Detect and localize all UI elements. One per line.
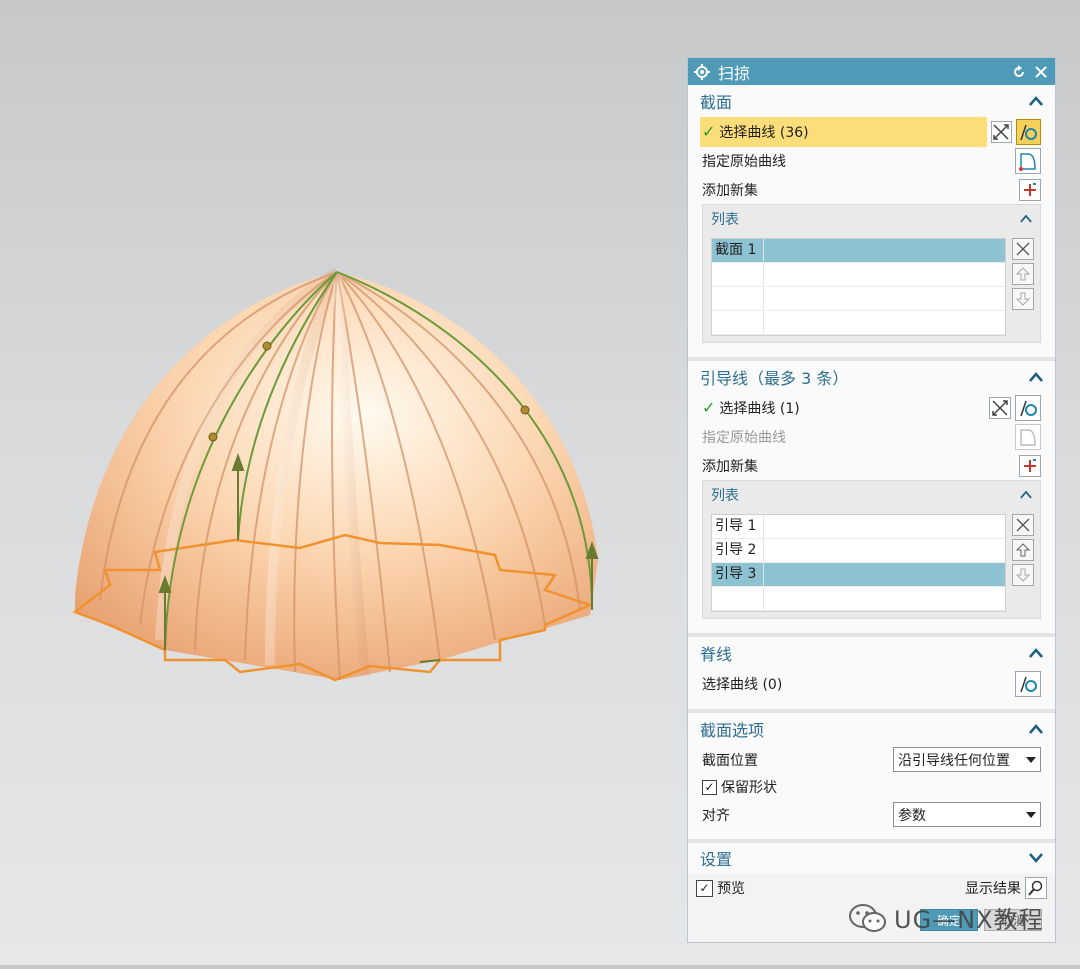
dome-model[interactable]: [0, 0, 680, 965]
guide-specify-original-row: 指定原始曲线: [688, 422, 1055, 451]
arrow-up-icon: [1016, 267, 1030, 281]
dialog-title: 扫掠: [718, 63, 751, 83]
curve-selector-button[interactable]: [1015, 670, 1041, 697]
section-specify-original-row[interactable]: 指定原始曲线: [688, 146, 1055, 175]
section-options-header[interactable]: 截面选项: [688, 713, 1055, 745]
chevron-up-icon[interactable]: [1029, 372, 1043, 382]
preserve-shape-row[interactable]: ✓ 保留形状: [688, 774, 1055, 800]
check-icon: ✓: [702, 122, 716, 141]
magnifier-icon: [1028, 880, 1043, 896]
watermark: UG—NX教程: [848, 900, 1044, 935]
section-select-curve-row[interactable]: ✓ 选择曲线 (36): [688, 116, 1055, 147]
check-icon: ✓: [702, 398, 716, 417]
guide-group-header[interactable]: 引导线（最多 3 条）: [688, 361, 1055, 393]
preview-row: ✓ 预览 显示结果: [688, 873, 1055, 903]
section-list-group: 列表 截面 1: [702, 204, 1041, 343]
sweep-dialog: 扫掠 截面 ✓ 选择曲线 (36) 指定原始曲线 添加新集 列表 截面 1 引导…: [687, 57, 1056, 943]
arrow-down-icon: [1016, 292, 1030, 306]
move-up-button[interactable]: [1012, 263, 1034, 285]
section-list-header[interactable]: 列表: [703, 205, 1040, 232]
move-up-button[interactable]: [1012, 539, 1034, 561]
reverse-direction-button[interactable]: [989, 396, 1011, 419]
preserve-shape-checkbox[interactable]: ✓: [702, 779, 717, 795]
guide-add-new-set-row[interactable]: 添加新集: [688, 451, 1055, 480]
remove-button[interactable]: [1012, 514, 1034, 536]
alignment-row: 对齐 参数: [688, 800, 1055, 829]
dialog-titlebar[interactable]: 扫掠: [688, 58, 1055, 85]
move-down-button[interactable]: [1012, 564, 1034, 586]
close-icon[interactable]: [1033, 64, 1049, 80]
original-curve-icon: [1019, 152, 1036, 171]
specify-original-curve-button: [1015, 423, 1041, 450]
spine-group-header[interactable]: 脊线: [688, 637, 1055, 669]
chevron-up-icon[interactable]: [1029, 96, 1043, 106]
reverse-arrows-icon: [993, 123, 1009, 140]
chevron-up-icon[interactable]: [1020, 214, 1032, 223]
list-item[interactable]: [712, 587, 1005, 611]
section-group: 截面 ✓ 选择曲线 (36) 指定原始曲线 添加新集 列表 截面 1: [688, 85, 1055, 361]
curve-select-icon: [1020, 124, 1038, 140]
list-item[interactable]: [712, 287, 1005, 311]
graphics-viewport[interactable]: [0, 0, 680, 965]
add-set-icon: [1024, 182, 1036, 196]
chevron-up-icon[interactable]: [1020, 490, 1032, 499]
settings-group-header[interactable]: 设置: [688, 843, 1055, 873]
dropdown-arrow-icon: [1026, 756, 1036, 763]
arrow-down-icon: [1016, 568, 1030, 582]
list-item[interactable]: 截面 1: [712, 239, 1005, 263]
add-set-icon: [1024, 458, 1036, 472]
move-down-button[interactable]: [1012, 288, 1034, 310]
dropdown-arrow-icon: [1026, 811, 1036, 818]
settings-group: 设置: [688, 843, 1055, 873]
original-curve-icon: [1020, 428, 1036, 446]
guide-list-header[interactable]: 列表: [703, 481, 1040, 508]
list-item[interactable]: 引导 2: [712, 539, 1005, 563]
chevron-up-icon[interactable]: [1029, 648, 1043, 658]
list-item[interactable]: [712, 263, 1005, 287]
remove-button[interactable]: [1012, 238, 1034, 260]
section-select-curve[interactable]: ✓ 选择曲线 (36): [700, 116, 987, 147]
specify-original-curve-button[interactable]: [1015, 147, 1041, 174]
add-new-set-button[interactable]: [1019, 454, 1041, 477]
show-result-label: 显示结果: [965, 881, 1021, 897]
list-item[interactable]: 引导 3: [712, 563, 1005, 587]
alignment-select[interactable]: 参数: [893, 802, 1041, 827]
add-new-set-button[interactable]: [1019, 178, 1041, 201]
remove-icon: [1016, 518, 1030, 532]
chevron-down-icon[interactable]: [1029, 853, 1043, 863]
section-add-new-set-row[interactable]: 添加新集: [688, 175, 1055, 204]
curve-selector-button[interactable]: [1015, 394, 1041, 421]
section-position-row: 截面位置 沿引导线任何位置: [688, 745, 1055, 774]
guide-list-group: 列表 引导 1 引导 2 引导 3: [702, 480, 1041, 619]
list-item[interactable]: [712, 311, 1005, 335]
list-item[interactable]: 引导 1: [712, 515, 1005, 539]
section-options-group: 截面选项 截面位置 沿引导线任何位置 ✓ 保留形状 对齐 参数: [688, 713, 1055, 843]
spine-group: 脊线 选择曲线 (0): [688, 637, 1055, 713]
section-position-select[interactable]: 沿引导线任何位置: [893, 747, 1041, 772]
guide-list[interactable]: 引导 1 引导 2 引导 3: [711, 514, 1006, 612]
curve-select-icon: [1020, 400, 1037, 416]
gear-icon: [694, 63, 710, 80]
reset-icon[interactable]: [1011, 64, 1027, 80]
show-result-button[interactable]: [1025, 877, 1047, 899]
wechat-logo-icon: [849, 903, 886, 932]
preview-checkbox[interactable]: ✓: [696, 879, 713, 897]
arrow-up-icon: [1016, 543, 1030, 557]
spine-select-curve-row[interactable]: 选择曲线 (0): [688, 669, 1055, 698]
chevron-up-icon[interactable]: [1029, 724, 1043, 734]
reverse-direction-button[interactable]: [990, 120, 1012, 143]
reverse-arrows-icon: [992, 399, 1008, 416]
remove-icon: [1016, 242, 1030, 256]
curve-selector-button[interactable]: [1015, 118, 1042, 145]
section-group-header[interactable]: 截面: [688, 85, 1055, 117]
curve-select-icon: [1020, 676, 1037, 692]
guide-group: 引导线（最多 3 条） ✓ 选择曲线 (1) 指定原始曲线 添加新集 列表 引导…: [688, 361, 1055, 637]
section-list[interactable]: 截面 1: [711, 238, 1006, 336]
guide-select-curve-row[interactable]: ✓ 选择曲线 (1): [688, 393, 1055, 422]
